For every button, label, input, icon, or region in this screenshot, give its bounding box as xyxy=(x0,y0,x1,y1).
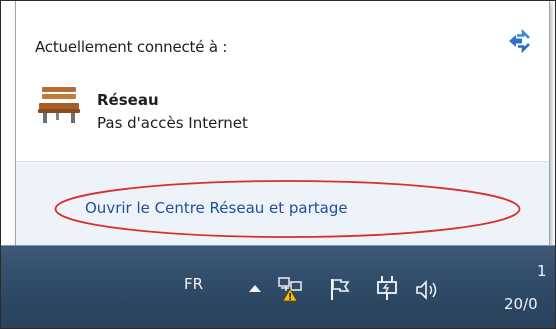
flyout-content: Actuellement connecté à : Réseau Pas d'a… xyxy=(16,1,549,161)
volume-icon[interactable] xyxy=(415,279,441,301)
connected-heading: Actuellement connecté à : xyxy=(35,38,228,56)
refresh-arrows-icon[interactable] xyxy=(506,29,532,53)
highlight-ellipse xyxy=(54,180,521,238)
show-hidden-icons-icon[interactable] xyxy=(248,283,262,293)
network-status: Pas d'accès Internet xyxy=(97,114,248,132)
clock-time[interactable]: 1 xyxy=(537,262,547,280)
action-center-flag-icon[interactable] xyxy=(329,277,351,301)
language-indicator[interactable]: FR xyxy=(184,275,203,293)
clock-date[interactable]: 20/0 xyxy=(504,295,538,313)
network-name: Réseau xyxy=(97,91,159,109)
screenshot-frame: Actuellement connecté à : Réseau Pas d'a… xyxy=(0,0,556,329)
network-warning-icon[interactable] xyxy=(277,276,303,302)
network-bench-icon xyxy=(38,87,80,123)
power-icon[interactable] xyxy=(376,275,398,301)
